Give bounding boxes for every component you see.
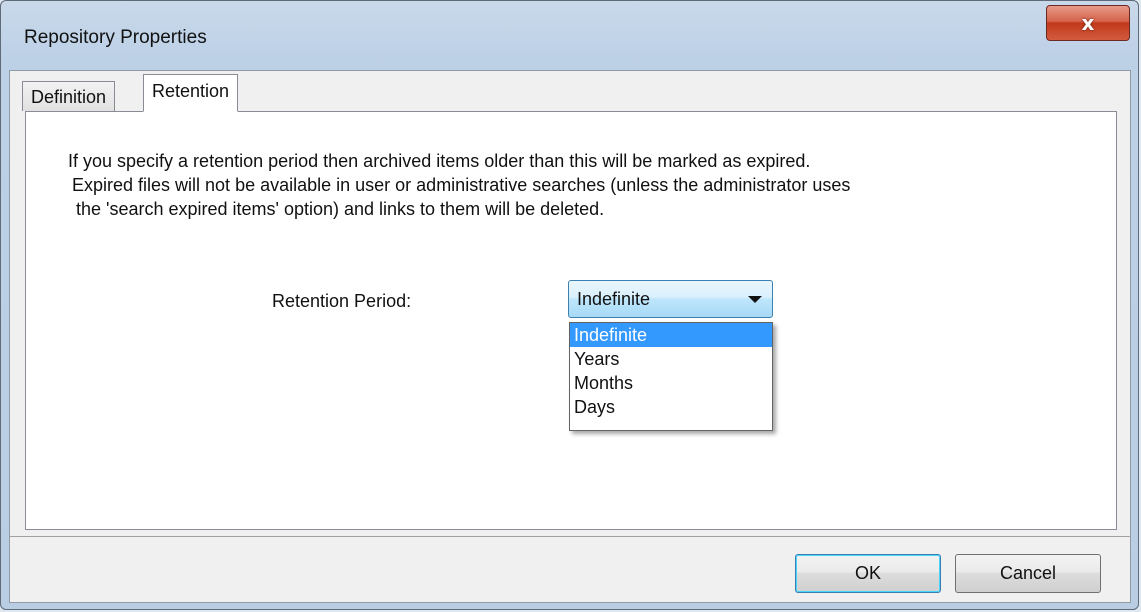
close-icon: x xyxy=(1081,11,1095,35)
retention-period-value: Indefinite xyxy=(577,289,651,309)
ok-button-label: OK xyxy=(854,563,881,583)
ok-button[interactable]: OK xyxy=(795,554,941,593)
retention-panel xyxy=(25,111,1117,530)
option-months[interactable]: Months xyxy=(570,371,772,395)
description-line-3: the 'search expired items' option) and l… xyxy=(76,199,605,219)
chevron-down-icon xyxy=(748,296,762,303)
cancel-button[interactable]: Cancel xyxy=(955,554,1101,593)
option-indefinite[interactable]: Indefinite xyxy=(570,323,772,347)
retention-period-dropdown: Indefinite Years Months Days xyxy=(569,322,773,431)
window-title: Repository Properties xyxy=(24,27,207,48)
tab-definition[interactable]: Definition xyxy=(22,81,116,111)
retention-period-label: Retention Period: xyxy=(272,291,412,311)
description-line-2: Expired files will not be available in u… xyxy=(72,175,851,195)
retention-period-select[interactable]: Indefinite xyxy=(568,280,773,318)
cancel-button-label: Cancel xyxy=(999,563,1057,583)
footer-separator xyxy=(9,536,1131,537)
tab-retention[interactable]: Retention xyxy=(143,74,239,112)
option-years[interactable]: Years xyxy=(570,347,772,371)
option-days[interactable]: Days xyxy=(570,395,772,419)
close-button[interactable]: x xyxy=(1046,5,1130,41)
description-line-1: If you specify a retention period then a… xyxy=(68,151,811,171)
